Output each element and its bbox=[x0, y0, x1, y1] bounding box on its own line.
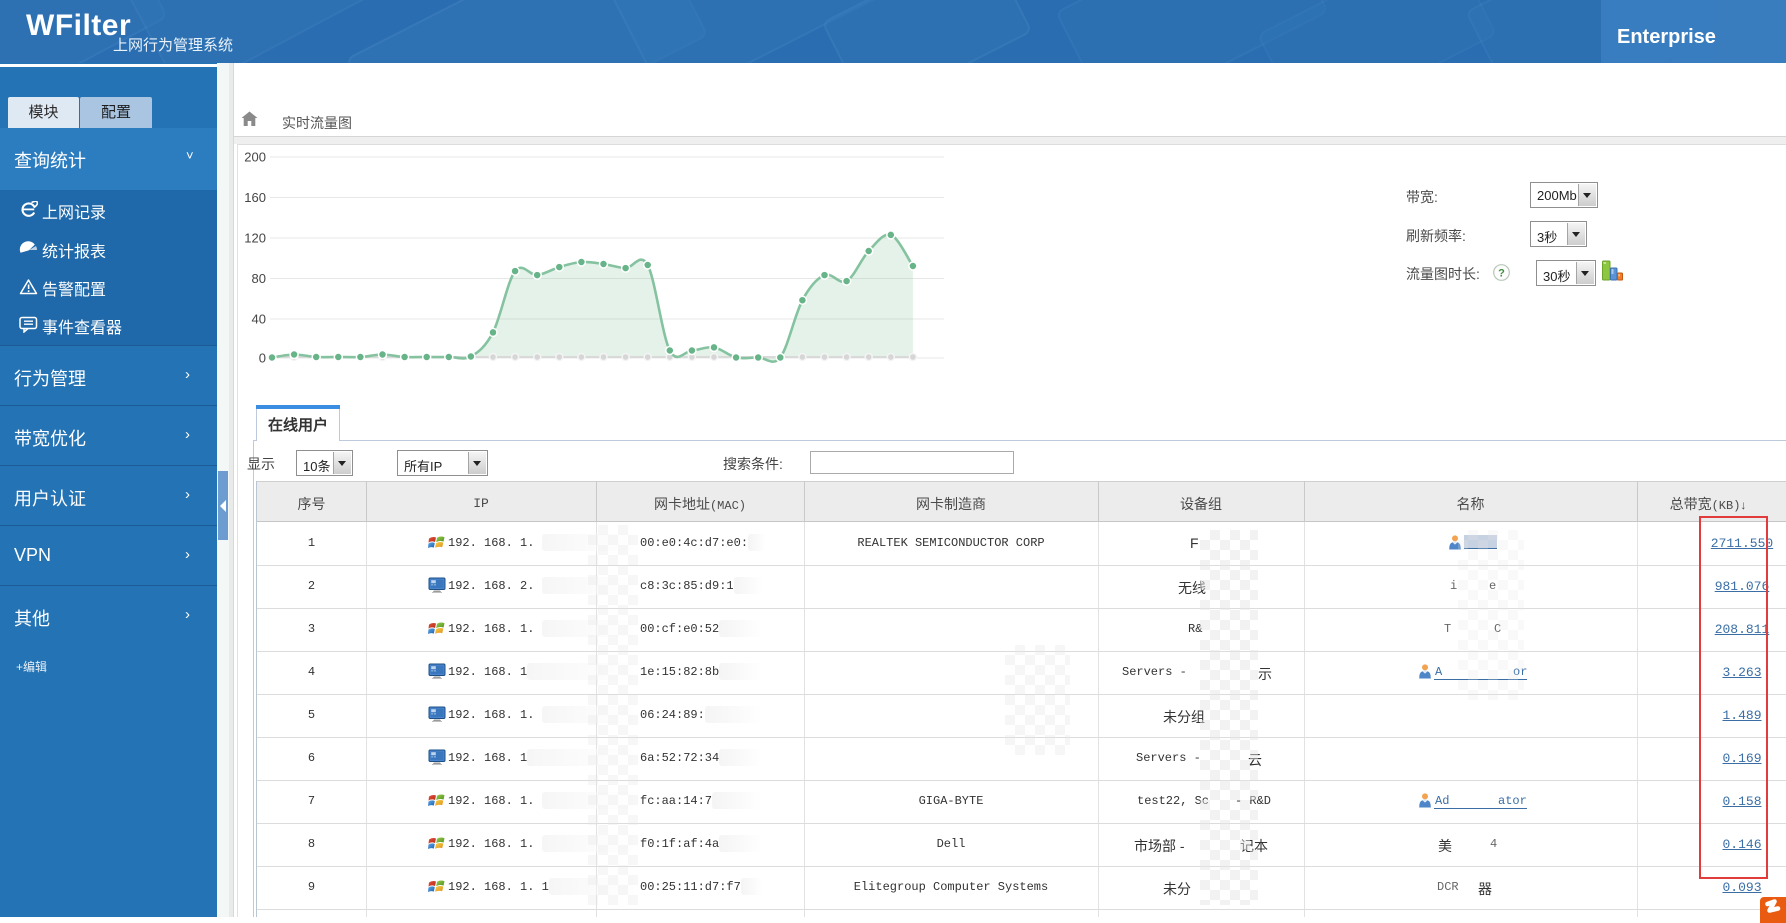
svg-text:160: 160 bbox=[244, 190, 266, 205]
svg-text:80: 80 bbox=[252, 271, 266, 286]
svg-text:200: 200 bbox=[244, 150, 266, 165]
svg-text:0: 0 bbox=[259, 351, 266, 366]
svg-text:40: 40 bbox=[252, 312, 266, 327]
svg-text:?: ? bbox=[1498, 268, 1505, 280]
svg-text:120: 120 bbox=[244, 231, 266, 246]
